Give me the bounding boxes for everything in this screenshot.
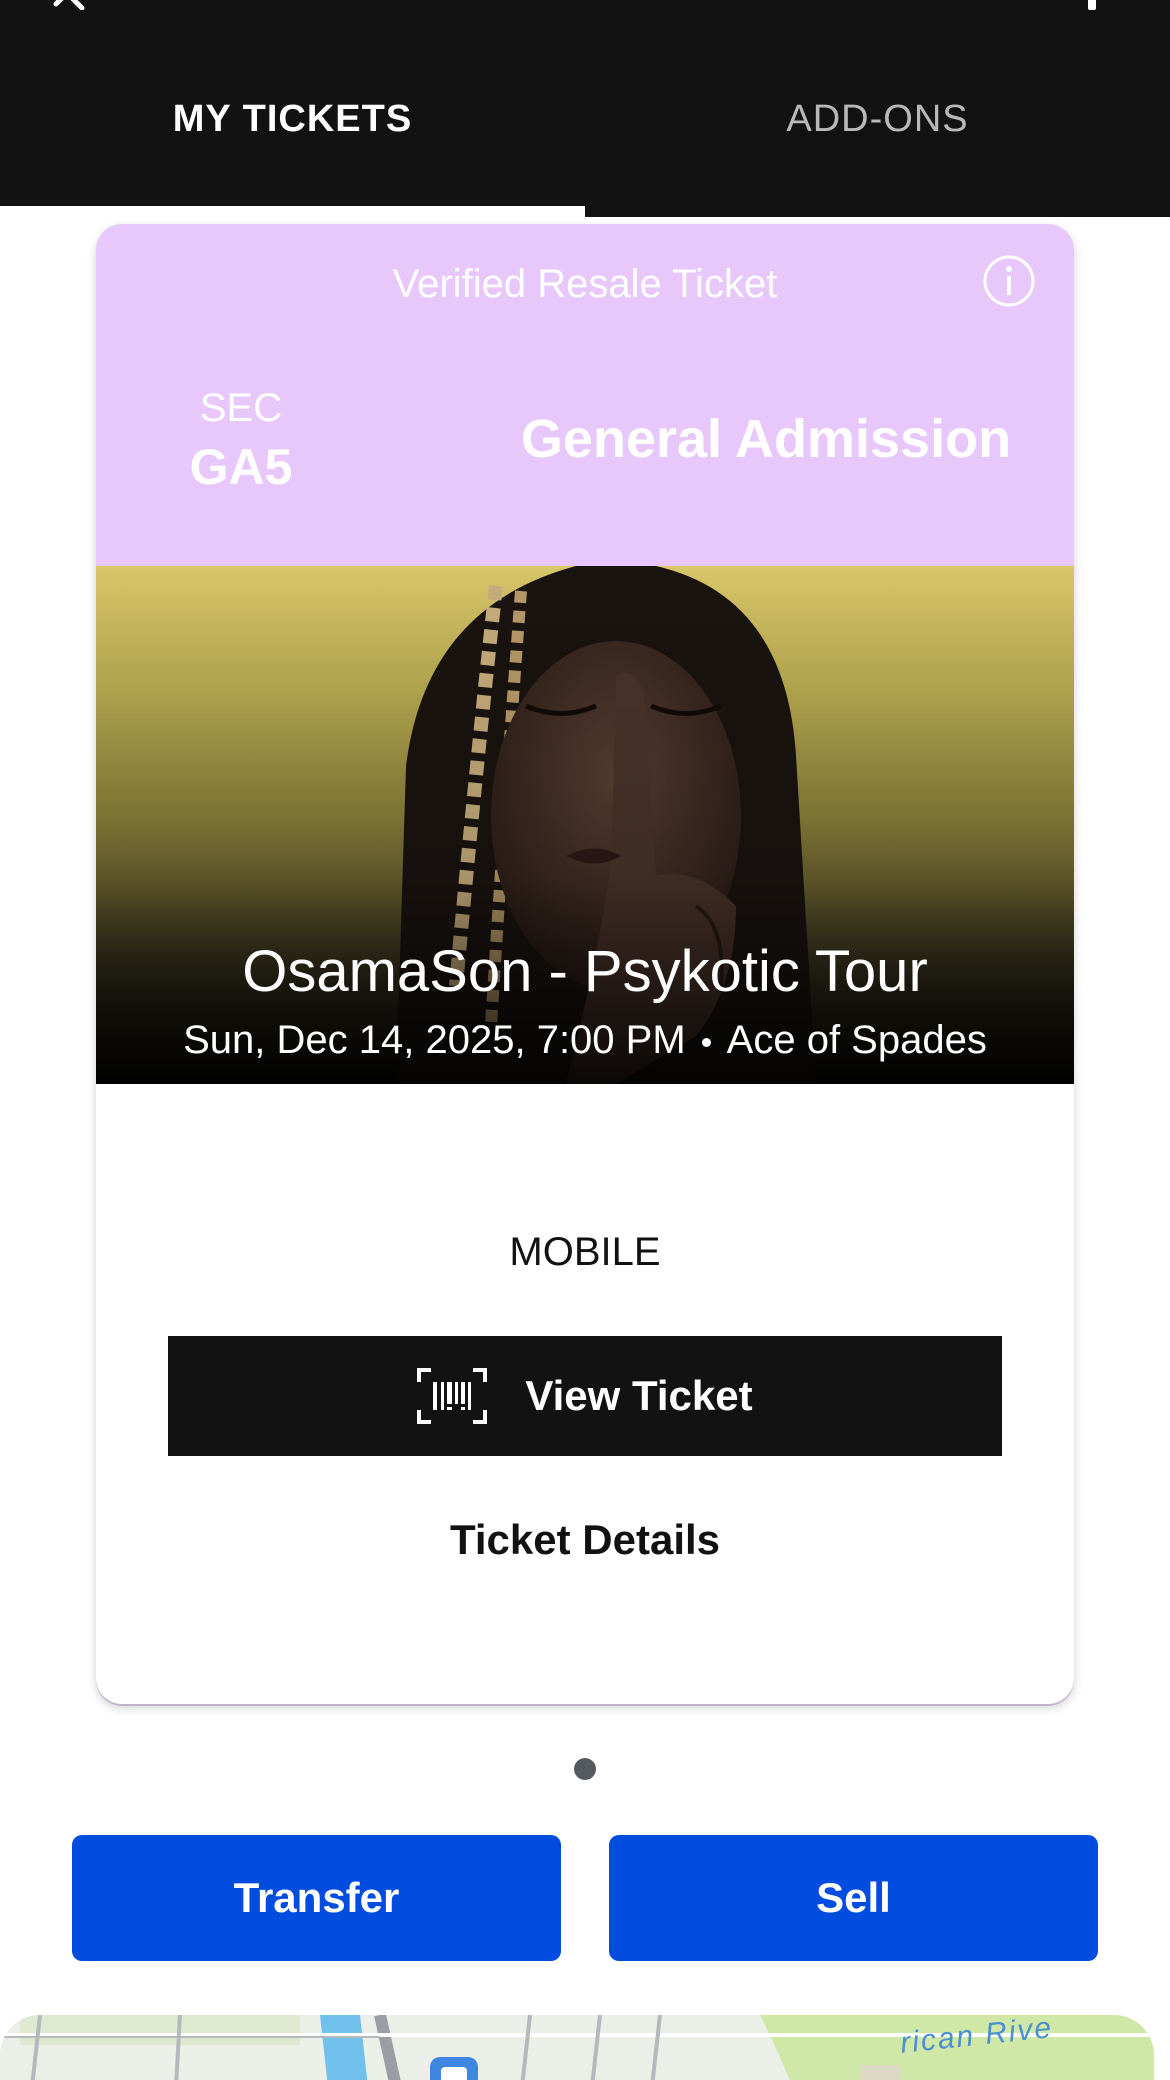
barcode-icon xyxy=(417,1368,488,1424)
more-icon[interactable] xyxy=(1088,0,1096,10)
ticket-card-header: Verified Resale Ticket SEC GA5 General A… xyxy=(96,224,1074,566)
header-bar: MY TICKETS ADD-ONS xyxy=(0,0,1170,217)
transfer-button[interactable]: Transfer xyxy=(72,1835,561,1961)
tab-add-ons[interactable]: ADD-ONS xyxy=(585,98,1170,141)
section-label: SEC xyxy=(199,386,283,430)
info-icon[interactable] xyxy=(982,254,1036,308)
delivery-type: MOBILE xyxy=(509,1230,661,1274)
venue-map[interactable]: rican Rive xyxy=(0,2015,1154,2080)
ticket-card: Verified Resale Ticket SEC GA5 General A… xyxy=(96,224,1074,1704)
ticket-screen: MY TICKETS ADD-ONS Verified Resale Ticke… xyxy=(0,0,1170,2080)
sell-button[interactable]: Sell xyxy=(609,1835,1098,1961)
resale-label: Verified Resale Ticket xyxy=(392,262,778,306)
event-venue: Ace of Spades xyxy=(726,1018,987,1062)
admission-type: General Admission xyxy=(520,409,1012,469)
view-ticket-label: View Ticket xyxy=(525,1372,753,1419)
event-title: OsamaSon - Psykotic Tour xyxy=(242,939,928,1004)
pager-dot xyxy=(574,1758,596,1780)
ticket-details-link[interactable]: Ticket Details xyxy=(96,1516,1074,1564)
event-image: OsamaSon - Psykotic Tour xyxy=(96,566,1074,1084)
section-value: GA5 xyxy=(189,439,293,495)
event-meta: Sun, Dec 14, 2025, 7:00 PM Ace of Spades xyxy=(96,1018,1074,1063)
close-icon[interactable] xyxy=(52,0,108,10)
active-tab-indicator xyxy=(0,206,585,217)
artist-photo xyxy=(96,566,1074,1084)
event-datetime: Sun, Dec 14, 2025, 7:00 PM xyxy=(183,1018,686,1062)
header-title-fragment xyxy=(500,0,524,8)
separator-dot xyxy=(701,1037,711,1047)
tab-my-tickets[interactable]: MY TICKETS xyxy=(0,98,585,141)
view-ticket-button[interactable]: View Ticket xyxy=(168,1336,1002,1456)
